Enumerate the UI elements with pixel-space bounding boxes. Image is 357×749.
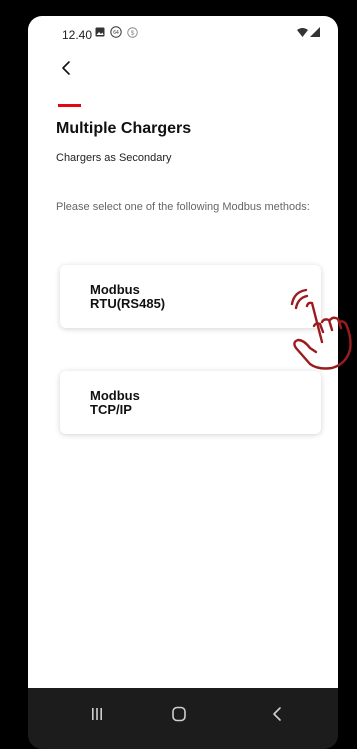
modbus-rtu-option[interactable]: Modbus RTU(RS485) bbox=[60, 265, 321, 328]
home-icon[interactable] bbox=[171, 706, 187, 722]
navigation-bar bbox=[28, 688, 338, 749]
status-bar: 12.40 64 $ bbox=[28, 16, 338, 52]
tap-hand-icon bbox=[290, 288, 352, 370]
back-button[interactable] bbox=[54, 56, 78, 80]
currency-icon: $ bbox=[127, 26, 138, 38]
status-icons-left: 64 $ bbox=[95, 26, 138, 38]
status-icons-right bbox=[297, 27, 320, 37]
recent-apps-icon[interactable] bbox=[90, 707, 104, 721]
instruction-text: Please select one of the following Modbu… bbox=[56, 201, 310, 213]
wifi-icon bbox=[297, 27, 308, 37]
status-time: 12.40 bbox=[62, 28, 93, 42]
option-label: Modbus RTU(RS485) bbox=[90, 282, 166, 311]
page-subtitle: Chargers as Secondary bbox=[56, 152, 172, 164]
page-title: Multiple Chargers bbox=[56, 120, 192, 137]
modbus-tcp-option[interactable]: Modbus TCP/IP bbox=[60, 371, 321, 434]
data-64-icon: 64 bbox=[110, 26, 122, 38]
svg-text:$: $ bbox=[131, 29, 135, 36]
title-accent-bar bbox=[58, 104, 81, 107]
option-label: Modbus TCP/IP bbox=[90, 388, 140, 417]
image-icon bbox=[95, 27, 105, 37]
svg-text:64: 64 bbox=[113, 30, 119, 36]
signal-icon bbox=[310, 27, 320, 37]
chevron-left-icon bbox=[62, 61, 70, 75]
back-icon[interactable] bbox=[271, 706, 283, 722]
